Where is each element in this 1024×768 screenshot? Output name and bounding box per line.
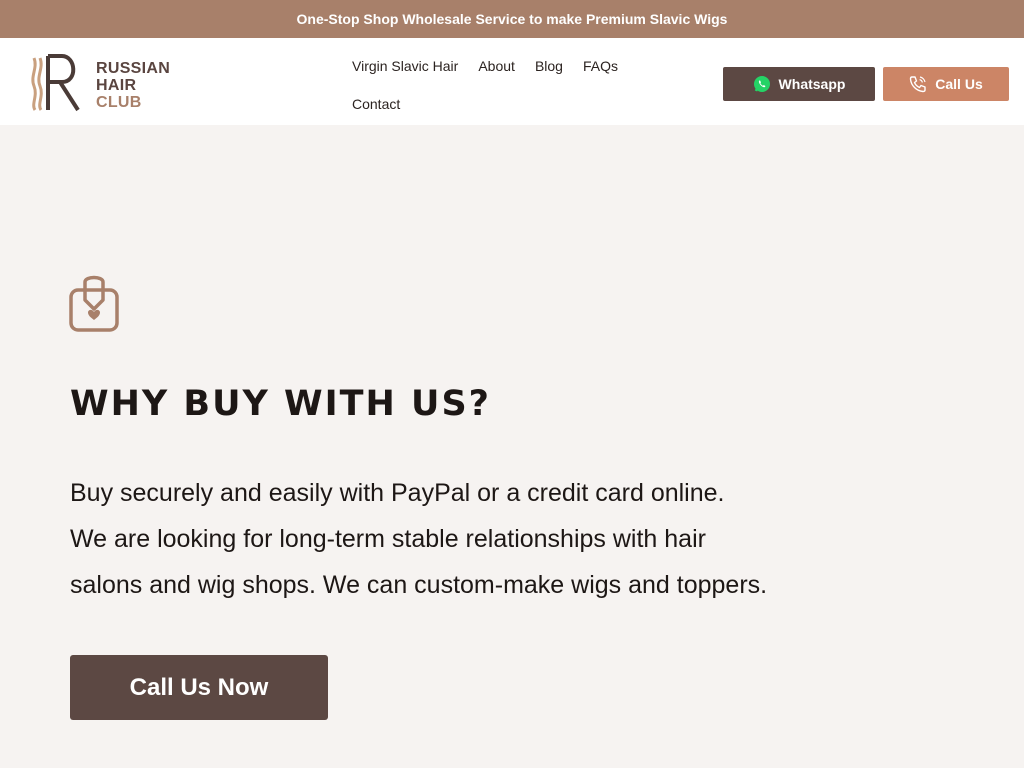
site-logo[interactable]: RUSSIAN HAIR CLUB [28, 52, 198, 114]
nav-item-contact[interactable]: Contact [352, 96, 400, 112]
nav-item-virgin-slavic-hair[interactable]: Virgin Slavic Hair [352, 58, 458, 74]
logo-mark-icon [31, 54, 80, 112]
site-header: RUSSIAN HAIR CLUB Virgin Slavic Hair Abo… [0, 38, 1024, 125]
logo-line-hair: HAIR [96, 77, 137, 94]
announcement-bar: One-Stop Shop Wholesale Service to make … [0, 0, 1024, 38]
body-line-1: Buy securely and easily with PayPal or a… [70, 479, 725, 507]
section-body: Buy securely and easily with PayPal or a… [70, 470, 970, 608]
nav-item-faqs[interactable]: FAQs [583, 58, 618, 74]
call-us-button[interactable]: Call Us [883, 67, 1009, 101]
announcement-text: One-Stop Shop Wholesale Service to make … [296, 11, 728, 27]
whatsapp-button-label: Whatsapp [778, 76, 846, 92]
body-line-2: We are looking for long-term stable rela… [70, 525, 706, 553]
logo-text: RUSSIAN HAIR CLUB [96, 60, 170, 111]
call-us-now-button[interactable]: Call Us Now [70, 655, 328, 720]
section-heading: WHY BUY WITH US? [70, 384, 491, 424]
whatsapp-button[interactable]: Whatsapp [723, 67, 875, 101]
call-us-button-label: Call Us [935, 76, 983, 92]
nav-item-about[interactable]: About [478, 58, 515, 74]
main-nav: Virgin Slavic Hair About Blog FAQs Conta… [352, 56, 652, 114]
nav-row-1: Virgin Slavic Hair About Blog FAQs [352, 56, 652, 76]
nav-item-blog[interactable]: Blog [535, 58, 563, 74]
phone-icon [909, 75, 927, 93]
logo-line-club: CLUB [96, 94, 142, 111]
shopping-bag-heart-icon [68, 272, 120, 339]
whatsapp-icon [753, 75, 771, 93]
call-us-now-label: Call Us Now [129, 673, 269, 701]
body-line-3: salons and wig shops. We can custom-make… [70, 571, 768, 599]
logo-line-russian: RUSSIAN [96, 60, 171, 77]
nav-row-2: Contact [352, 94, 652, 114]
